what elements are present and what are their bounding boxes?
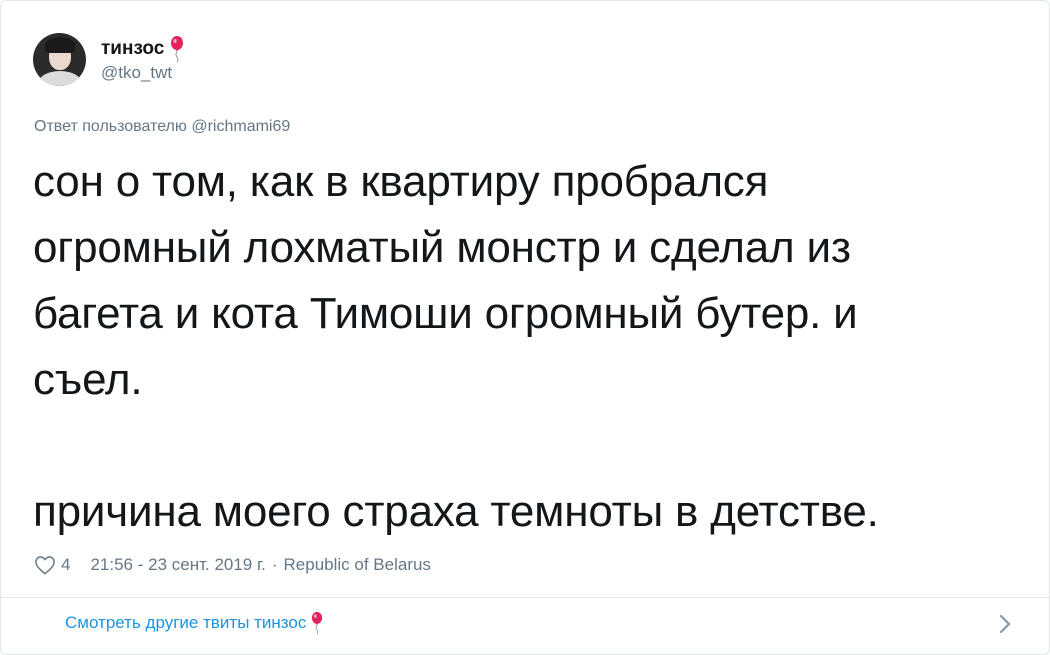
avatar-hair <box>45 37 75 53</box>
like-count: 4 <box>61 555 71 574</box>
tweet-header: тинзос @tko_twt <box>33 33 184 86</box>
tweet-line: огромный лохматый монстр и сделал из <box>33 223 851 272</box>
avatar[interactable] <box>33 33 86 86</box>
tweet-line: сон о том, как в квартиру пробрался <box>33 157 769 206</box>
meta-separator: · <box>271 555 278 574</box>
heart-icon[interactable] <box>34 555 56 575</box>
reply-context: Ответ пользователю @richmami69 <box>34 118 290 136</box>
balloon-icon <box>312 611 323 635</box>
tweet-line: съел. <box>33 355 143 404</box>
more-tweets-label: Смотреть другие твиты тинзос <box>65 613 307 632</box>
tweet-timestamp[interactable]: 21:56 - 23 сент. 2019 г. <box>90 555 265 575</box>
reply-user-link[interactable]: @richmami69 <box>191 118 290 135</box>
more-tweets-link[interactable]: Смотреть другие твиты тинзос <box>65 611 323 635</box>
author-names: тинзос @tko_twt <box>101 35 184 84</box>
tweet-text: сон о том, как в квартиру пробрался огро… <box>33 149 1023 545</box>
tweet-meta: 4 21:56 - 23 сент. 2019 г. · Republic of… <box>34 555 431 575</box>
tweet-location[interactable]: Republic of Belarus <box>284 555 431 575</box>
footer-divider <box>1 597 1049 598</box>
display-name[interactable]: тинзос <box>101 37 164 61</box>
tweet-card: тинзос @tko_twt Ответ пользователю @rich… <box>0 0 1050 655</box>
user-handle[interactable]: @tko_twt <box>101 62 184 84</box>
avatar-shirt <box>39 71 81 86</box>
display-name-row: тинзос <box>101 35 184 62</box>
tweet-line: причина моего страха темноты в детстве. <box>33 487 879 536</box>
chevron-right-icon[interactable] <box>995 612 1015 636</box>
tweet-line: багета и кота Тимоши огромный бутер. и <box>33 289 858 338</box>
balloon-icon <box>171 35 184 62</box>
reply-prefix: Ответ пользователю <box>34 118 187 135</box>
